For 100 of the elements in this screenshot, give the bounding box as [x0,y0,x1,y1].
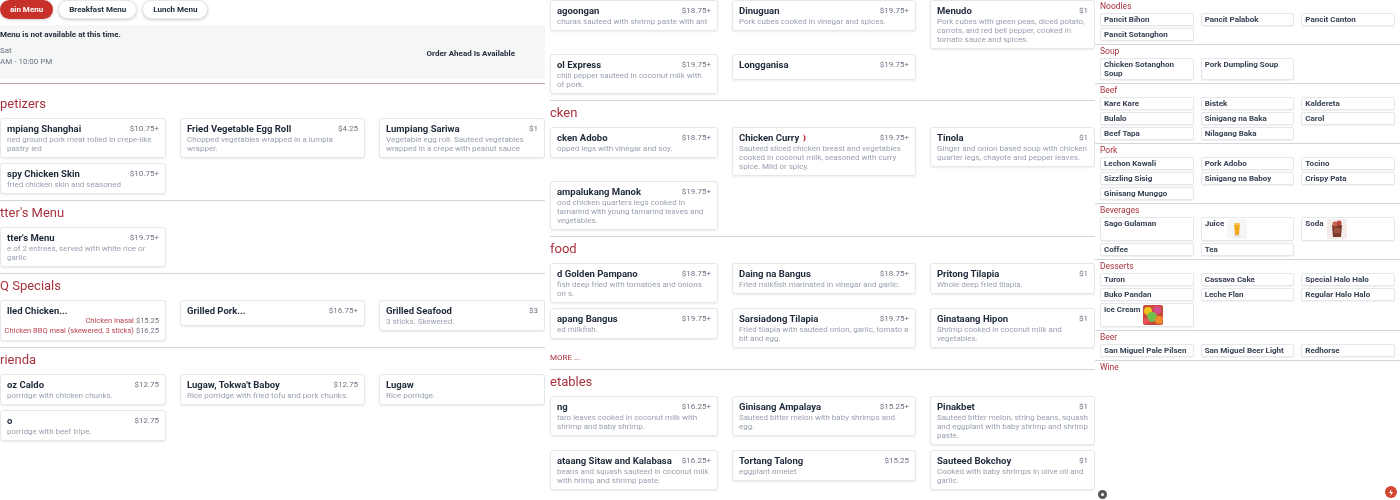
menu-item-card[interactable]: Sago Gulaman [1100,217,1194,241]
item-name: tter's Menu [7,232,55,243]
menu-item-card[interactable]: Regular Halo Halo [1301,288,1395,301]
menu-item-card[interactable]: mpiang Shanghai $10.75+ ned ground pork meat rolled in crepe-like pastry ied [0,118,166,158]
menu-item-card[interactable]: ampalukang Manok $19.75+ ood chicken quarters legs cooked in tamarind with young tamarind leaves and vegetables. [550,181,718,230]
menu-item-card[interactable]: Pancit Canton [1301,13,1395,26]
menu-item-card[interactable]: Bulalo [1100,112,1194,125]
menu-item-card[interactable]: cken Adobo $18.75+ opped legs with vinegar and soy. [550,127,718,158]
menu-item-card[interactable]: ol Express $19.75+ chili pepper sauteed in coconut milk with of pork. [550,54,718,94]
menu-item-card[interactable]: Coffee [1100,243,1194,256]
item-description: Whole deep fried tilapia. [937,280,1024,289]
menu-item-card[interactable]: Grilled Pork... $16.75+ [180,300,365,326]
menu-item-card[interactable]: Pork Adobo [1200,157,1295,170]
menu-item-card[interactable]: tter's Menu $19.75+ e of 2 entrees, served with white rice or garlic [0,227,166,267]
menu-item-card[interactable]: Grilled Seafood $3 3 sticks. Skewered. [379,300,545,331]
menu-item-card[interactable]: Sizzling Sisig [1100,172,1194,185]
item-name: spy Chicken Skin [7,168,80,179]
menu-item-card[interactable]: Chicken Curry $19.75+ Sauteed sliced chicken breast and vegetables cooked in coconut milk, seasoned with curry spice. Mild or spicy. [732,127,916,176]
item-price: $3 [529,305,538,316]
menu-item-card[interactable]: Bistek [1200,97,1295,110]
item-description: Sauteed bitter melon with baby shrimps and egg. [739,413,896,431]
menu-item-card[interactable]: Carol [1301,112,1395,125]
item-name: d Golden Pampano [557,268,638,279]
menu-item-card[interactable]: d Golden Pampano $18.75+ fish deep fried with tomatoes and onions on s. [550,263,718,303]
menu-item-card[interactable]: spy Chicken Skin $10.75+ fried chicken skin and seasoned [0,163,166,194]
menu-item-card[interactable]: Chicken Sotanghon Soup [1100,58,1194,80]
item-name: Lugaw [386,379,414,390]
menu-item-card[interactable]: Pritong Tilapia $1 Whole deep fried tilapia. [930,263,1095,294]
menu-item-card[interactable]: Sauteed Bokchoy $1 Cooked with baby shrimps in olive oil and garlic. [930,450,1095,490]
menu-tab[interactable]: Breakfast Menu [58,0,138,19]
menu-item-card[interactable]: Pancit Palabok [1200,13,1295,26]
menu-item-card[interactable]: apang Bangus $19.75+ ed milkfish. [550,308,718,339]
menu-tab[interactable]: Lunch Menu [142,0,209,19]
section-heading: Beverages [1100,205,1141,215]
menu-item-card[interactable]: Nilagang Baka [1200,127,1295,140]
item-price: $1 [1079,455,1088,466]
menu-item-card[interactable]: Redhorse [1301,344,1395,357]
menu-item-card[interactable]: o $12.75 porridge with beef tripe. [0,410,166,441]
menu-item-card[interactable]: Buko Pandan [1100,288,1194,301]
menu-item-card[interactable]: Sinigang na Baboy [1200,172,1295,185]
menu-item-card[interactable]: Ginisang Munggo [1100,187,1194,200]
menu-item-card[interactable]: Tortang Talong $15.25 eggplant omelet [732,450,916,481]
menu-item-card[interactable]: Leche Flan [1200,288,1295,301]
menu-item-card[interactable]: Beef Tapa [1100,127,1194,140]
menu-item-card[interactable]: oz Caldo $12.75 porridge with chicken chunks. [0,374,166,405]
item-name: San Miguel Beer Light [1204,346,1284,355]
menu-item-card[interactable]: Ginisang Ampalaya $15.25+ Sauteed bitter melon with baby shrimps and egg. [732,396,916,436]
menu-item-card[interactable]: Ginataang Hipon $1 Shrimp cooked in coconut milk and vegetables. [930,308,1095,348]
menu-item-card[interactable]: ataang Sitaw and Kalabasa $16.25+ beans and squash sauteed in coconut milk with hrimp and shrimp paste. [550,450,718,490]
item-name: Sinigang na Baboy [1204,174,1272,183]
menu-tab[interactable]: ain Menu [0,0,54,19]
item-name: o [7,415,13,426]
menu-item-card[interactable]: Pancit Sotanghon [1100,28,1194,41]
item-name: agoongan [557,5,600,16]
menu-item-card[interactable]: Fried Vegetable Egg Roll $4.25 Chopped vegetables wrapped in a lumpia wrapper. [180,118,365,158]
item-name: Sauteed Bokchoy [937,455,1012,466]
menu-item-card[interactable]: Tea [1200,243,1295,256]
menu-item-card[interactable]: San Miguel Pale Pilsen [1100,344,1194,357]
menu-item-card[interactable]: ng $16.25+ taro leaves cooked in coconut milk with shrimp and baby shrimp. [550,396,718,436]
show-more-link[interactable]: MORE ... [550,353,1095,363]
menu-item-card[interactable]: Soda [1301,217,1395,241]
section-heading: Beer [1100,332,1119,342]
menu-item-card[interactable]: Pork Dumpling Soup [1200,58,1295,80]
item-description: Rice porridge with fried tofu and pork chunks. [187,391,350,400]
item-name: ng [557,401,568,412]
menu-item-card[interactable]: Sinigang na Baka [1200,112,1295,125]
item-name: Ice Cream [1104,305,1141,314]
menu-item-card[interactable]: Special Halo Halo [1301,273,1395,286]
item-price: $12.75 [333,379,358,390]
item-name: Chicken Sotanghon Soup [1104,60,1175,78]
item-price: $16.75+ [328,305,358,316]
menu-item-card[interactable]: Turon [1100,273,1194,286]
menu-item-card[interactable]: Crispy Pata [1301,172,1395,185]
menu-item-card[interactable]: Tocino [1301,157,1395,170]
menu-item-card[interactable]: Lumpiang Sariwa $1 Vegetable egg roll. Sauteed vegetables wrapped in a crepe with peanut sauce [379,118,545,158]
menu-item-card[interactable]: Pancit Bihon [1100,13,1194,26]
menu-item-card[interactable]: Kaldereta [1301,97,1395,110]
item-description: churas sauteed with shrimp paste with ant [557,17,709,26]
menu-item-card[interactable]: Kare Kare [1100,97,1194,110]
item-name: Bistek [1204,99,1228,108]
menu-item-card[interactable]: Lechon Kawali [1100,157,1194,170]
item-name: Menudo [937,5,972,16]
menu-item-card[interactable]: agoongan $18.75+ churas sauteed with shrimp paste with ant [550,0,718,31]
menu-item-card[interactable]: Sarsiadong Tilapia $19.75+ Fried tilapia with sauteed onion, garlic, tomato a bit and egg. [732,308,916,348]
item-description: Vegetable egg roll. Sauteed vegetables wrapped in a crepe with peanut sauce [386,135,525,153]
menu-item-card[interactable]: Longganisa $19.75+ [732,54,916,80]
menu-item-card[interactable]: Daing na Bangus $18.75+ Fried milkfish marinated in vinegar and garlic. [732,263,916,294]
menu-item-card[interactable]: Tinola $1 Ginger and onion based soup with chicken quarter legs, chayote and pepper leaves. [930,127,1095,167]
menu-item-card[interactable]: San Miguel Beer Light [1200,344,1295,357]
menu-item-card[interactable]: Menudo $1 Pork cubes with green peas, diced potato, carrots, and red bell pepper, cooked in tomato sauce and spices. [930,0,1095,49]
item-price: $12.75 [134,415,159,426]
menu-item-card[interactable]: Lugaw Rice porridge. [379,374,545,405]
menu-item-card[interactable]: Cassava Cake [1200,273,1295,286]
menu-item-card[interactable]: Juice [1200,217,1295,241]
menu-item-card[interactable]: Pinakbet $1 Sauteed bitter melon, string beans, squash and eggplant with baby shrimp and shrimp paste. [930,396,1095,445]
menu-item-card[interactable]: Ice Cream [1100,303,1194,327]
menu-item-card[interactable]: Lugaw, Tokwa't Baboy $12.75 Rice porridge with fried tofu and pork chunks. [180,374,365,405]
item-name: Lugaw, Tokwa't Baboy [187,379,280,390]
item-name: Kaldereta [1305,99,1340,108]
menu-item-card[interactable]: Dinuguan $19.75+ Pork cubes cooked in vinegar and spices. [732,0,916,31]
